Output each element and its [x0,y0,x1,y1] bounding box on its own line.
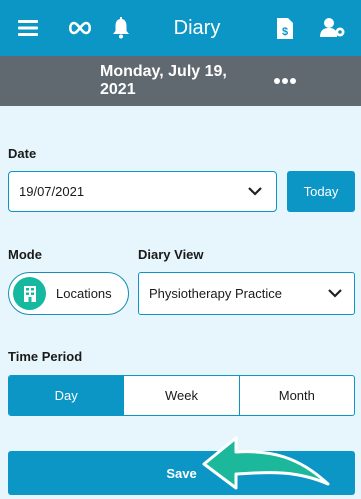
diary-view-label: Diary View [138,247,204,262]
mode-toggle[interactable]: Locations [8,272,129,315]
chevron-down-icon [248,184,262,199]
date-value: 19/07/2021 [19,184,85,199]
mode-label: Mode [8,247,42,262]
invoice-icon[interactable]: $ [274,0,296,56]
bell-icon[interactable] [108,0,134,56]
time-period-label: Time Period [8,349,83,364]
time-period-month[interactable]: Month [240,376,354,415]
date-label: Date [8,146,37,161]
pointer-arrow-icon [200,432,340,499]
diary-view-select[interactable]: Physiotherapy Practice [138,272,355,315]
infinity-icon[interactable] [64,0,96,56]
chevron-down-icon [328,286,342,301]
app-header: Diary $ [0,0,361,56]
more-dots-icon[interactable] [270,56,300,106]
diary-view-value: Physiotherapy Practice [149,286,282,301]
time-period-day[interactable]: Day [9,376,125,415]
date-navigation-bar: Monday, July 19, 2021 [0,56,361,106]
mode-value: Locations [56,285,112,301]
user-settings-icon[interactable] [318,0,348,56]
page-title: Diary [173,16,221,39]
time-period-segmented-control: Day Week Month [8,375,355,416]
date-select[interactable]: 19/07/2021 [8,171,277,212]
building-icon [13,277,46,310]
svg-text:$: $ [282,26,288,38]
today-button[interactable]: Today [287,171,355,212]
current-date[interactable]: Monday, July 19, 2021 [100,56,265,106]
menu-icon[interactable] [14,0,42,56]
time-period-week[interactable]: Week [124,376,240,415]
